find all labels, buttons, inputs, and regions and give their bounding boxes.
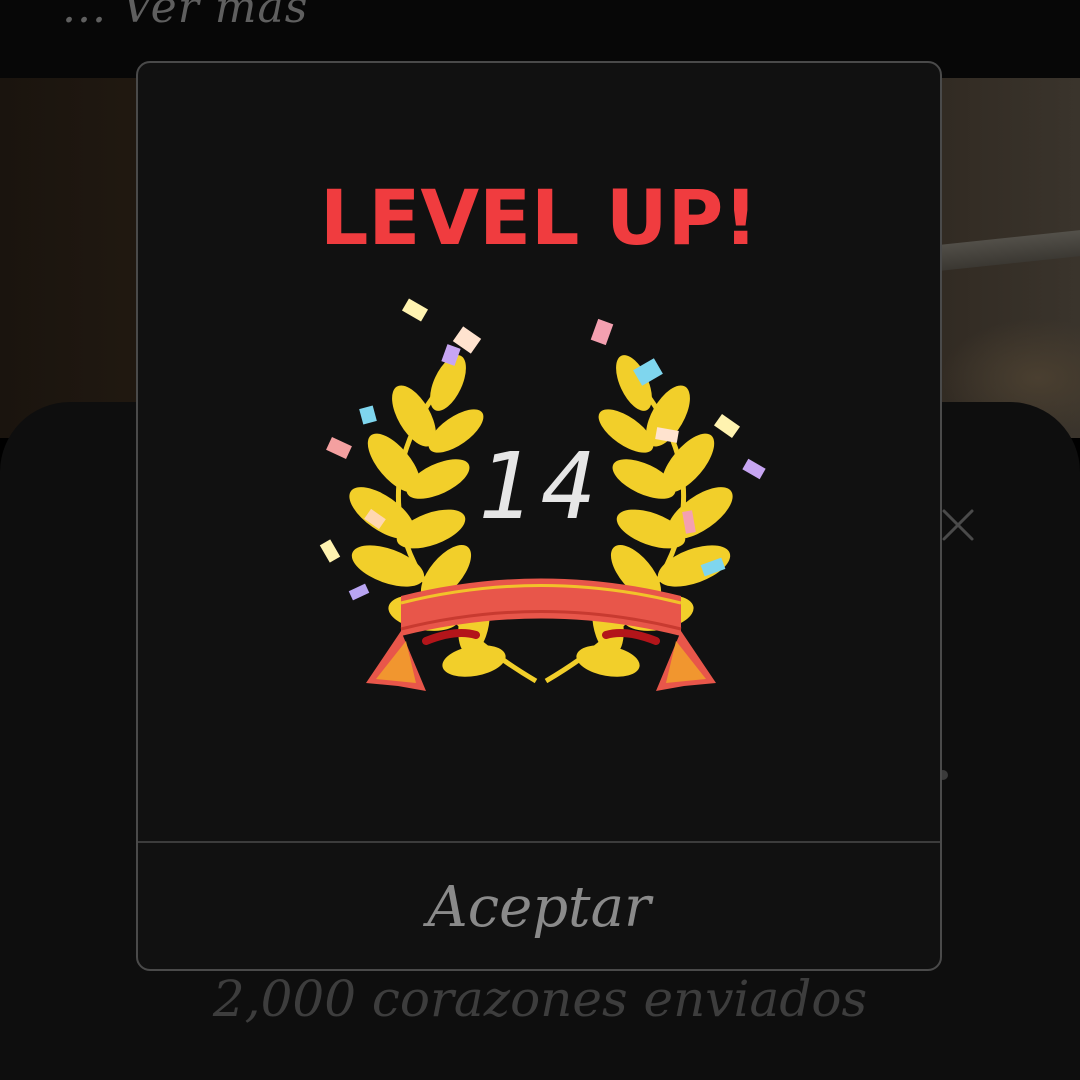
accept-button[interactable]: Aceptar <box>138 843 940 969</box>
level-up-dialog: LEVEL UP! 14 Aceptar <box>136 61 942 971</box>
hearts-sent-text: 2,000 corazones enviados <box>212 970 868 1028</box>
see-more-link[interactable]: ... Ver más <box>62 0 308 33</box>
dialog-title: LEVEL UP! <box>319 173 759 262</box>
close-icon[interactable] <box>938 505 978 545</box>
accept-button-label: Aceptar <box>427 874 651 940</box>
screen: ... Ver más 2,000 corazones enviados LEV… <box>0 0 1080 1080</box>
ceiling-light <box>930 230 1080 272</box>
level-number: 14 <box>477 433 605 540</box>
